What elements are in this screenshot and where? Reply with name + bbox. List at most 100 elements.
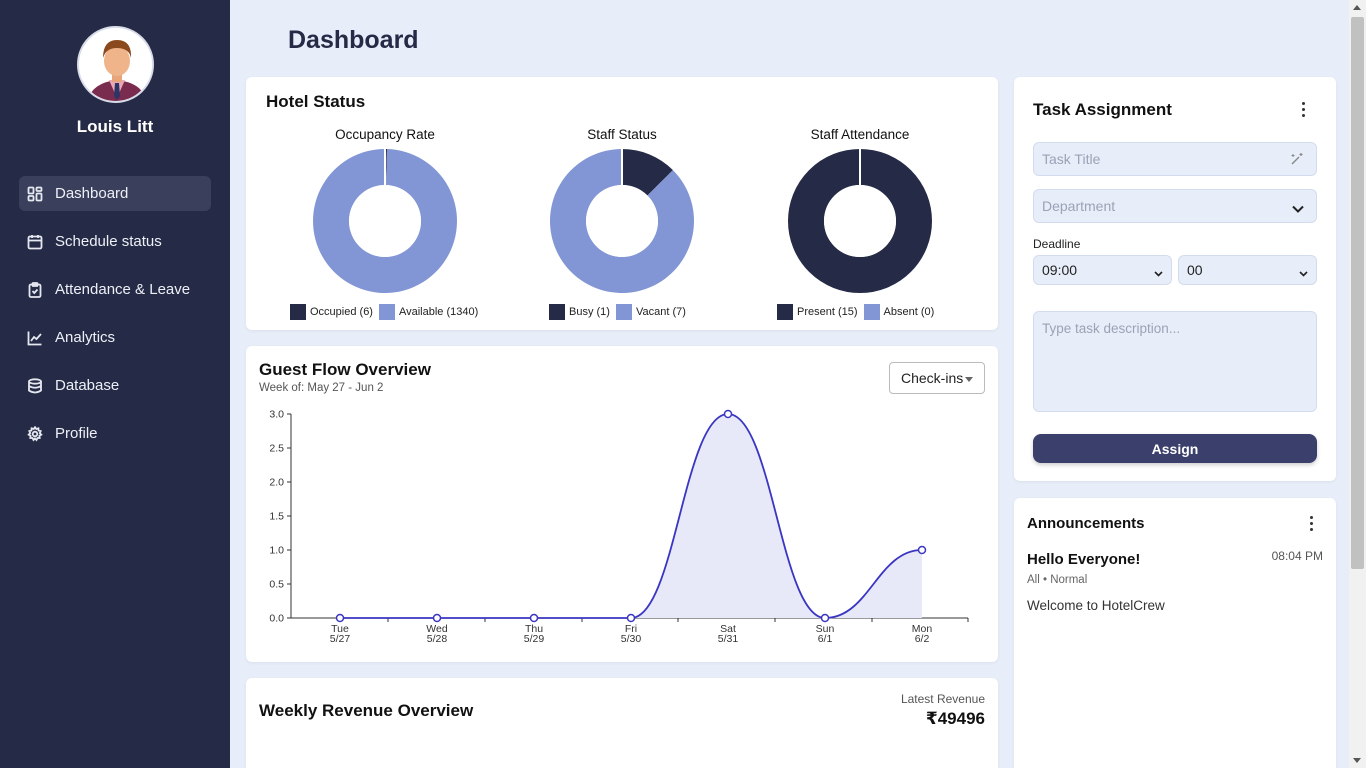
sidebar-item-schedule-status[interactable]: Schedule status xyxy=(19,224,211,259)
sidebar-nav: Dashboard Schedule status Attendance & L… xyxy=(19,176,211,464)
page-title: Dashboard xyxy=(288,26,419,54)
occupancy-rate-chart: Occupancy Rate xyxy=(270,127,500,294)
staff-status-chart: Staff Status xyxy=(507,127,737,294)
hotel-status-title: Hotel Status xyxy=(266,92,366,111)
weekly-revenue-title: Weekly Revenue Overview xyxy=(259,701,474,720)
x-tick-label-date: 6/2 xyxy=(915,633,930,645)
staff-status-legend: Busy (1) Vacant (7) xyxy=(549,304,686,320)
sidebar-item-attendance-leave[interactable]: Attendance & Leave xyxy=(19,272,211,307)
deadline-hour-select[interactable]: 09:00 xyxy=(1033,255,1172,285)
department-placeholder: Department xyxy=(1042,198,1116,214)
legend-occupied: Occupied (6) xyxy=(310,306,373,318)
legend-swatch xyxy=(378,304,395,320)
x-tick-label-date: 5/27 xyxy=(330,633,351,645)
announcement-title: Hello Everyone! xyxy=(1027,551,1141,568)
magic-wand-icon[interactable] xyxy=(1290,152,1304,169)
more-options-icon[interactable] xyxy=(1295,99,1311,119)
weekly-revenue-card: Weekly Revenue Overview Latest Revenue ₹… xyxy=(246,678,998,768)
data-point[interactable] xyxy=(917,545,927,555)
donut-hole xyxy=(586,185,658,257)
x-tick-label-date: 5/30 xyxy=(621,633,642,645)
task-description-placeholder: Type task description... xyxy=(1042,321,1181,336)
chart-title: Staff Attendance xyxy=(810,127,910,142)
announcement-time: 08:04 PM xyxy=(1271,549,1323,563)
data-point[interactable] xyxy=(820,613,830,623)
legend-swatch xyxy=(290,304,306,320)
y-tick-label: 0.5 xyxy=(269,579,284,591)
chevron-down-icon xyxy=(1292,201,1304,217)
chevron-down-icon xyxy=(1154,265,1163,281)
guest-flow-chart: 0.00.51.01.52.02.53.0Tue5/27Wed5/28Thu5/… xyxy=(269,409,969,645)
chevron-down-icon xyxy=(1299,265,1308,281)
sidebar-item-label: Profile xyxy=(55,425,98,442)
x-tick-label-date: 5/29 xyxy=(524,633,545,645)
legend-absent: Absent (0) xyxy=(883,306,935,318)
data-point[interactable] xyxy=(335,613,345,623)
sidebar-item-database[interactable]: Database xyxy=(19,368,211,403)
task-assignment-card: Task Assignment Task Title Department De… xyxy=(1014,77,1336,481)
scroll-up-icon[interactable] xyxy=(1353,5,1361,10)
data-point[interactable] xyxy=(529,613,539,623)
department-select[interactable]: Department xyxy=(1033,189,1317,223)
x-tick-label-date: 6/1 xyxy=(818,633,833,645)
task-title-input[interactable]: Task Title xyxy=(1033,142,1317,176)
deadline-hour-value: 09:00 xyxy=(1042,262,1078,278)
sidebar-item-label: Analytics xyxy=(55,329,116,346)
sidebar: Louis Litt Dashboard Schedule status Att… xyxy=(0,0,230,768)
staff-status-donut xyxy=(550,149,694,293)
x-tick-label-date: 5/28 xyxy=(427,633,448,645)
y-tick-label: 1.5 xyxy=(269,511,284,523)
task-assignment-title: Task Assignment xyxy=(1033,100,1172,119)
chart-title: Occupancy Rate xyxy=(335,127,435,142)
staff-attendance-chart: Staff Attendance xyxy=(745,127,975,294)
sidebar-item-label: Dashboard xyxy=(55,185,129,202)
legend-swatch xyxy=(777,304,793,320)
data-point[interactable] xyxy=(626,613,636,623)
legend-swatch xyxy=(549,304,565,320)
occupancy-legend: Occupied (6) Available (1340) xyxy=(290,304,478,320)
y-tick-label: 3.0 xyxy=(269,409,284,421)
y-tick-label: 2.0 xyxy=(269,477,284,489)
sidebar-item-dashboard[interactable]: Dashboard xyxy=(19,176,211,211)
staff-attendance-legend: Present (15) Absent (0) xyxy=(777,304,934,320)
scroll-thumb[interactable] xyxy=(1351,17,1364,569)
assign-button[interactable]: Assign xyxy=(1033,434,1317,463)
series-line xyxy=(340,413,923,619)
user-name: Louis Litt xyxy=(76,117,154,136)
y-tick-label: 2.5 xyxy=(269,443,284,455)
latest-revenue-value: ₹49496 xyxy=(925,709,985,728)
data-point[interactable] xyxy=(723,409,733,419)
deadline-minute-value: 00 xyxy=(1187,262,1203,278)
scroll-down-icon[interactable] xyxy=(1353,758,1361,763)
chart-title: Staff Status xyxy=(587,127,657,142)
y-tick-label: 0.0 xyxy=(269,613,284,625)
calendar-icon xyxy=(27,234,43,250)
clipboard-icon xyxy=(27,281,43,298)
legend-busy: Busy (1) xyxy=(569,306,610,318)
deadline-minute-select[interactable]: 00 xyxy=(1178,255,1317,285)
hotel-status-card: Hotel Status Occupancy Rate Occupied (6)… xyxy=(246,77,998,330)
latest-revenue-label: Latest Revenue xyxy=(900,692,985,706)
donut-hole xyxy=(349,185,421,257)
more-options-icon[interactable] xyxy=(1303,513,1319,533)
sidebar-item-profile[interactable]: Profile xyxy=(19,416,211,451)
user-avatar[interactable] xyxy=(77,26,154,103)
y-tick-label: 1.0 xyxy=(269,545,284,557)
sidebar-item-analytics[interactable]: Analytics xyxy=(19,320,211,355)
announcement-meta: All • Normal xyxy=(1027,574,1088,586)
legend-swatch xyxy=(615,304,632,320)
sidebar-item-label: Attendance & Leave xyxy=(55,281,191,298)
series-area xyxy=(340,414,922,618)
legend-swatch xyxy=(863,304,880,320)
announcements-card: Announcements Hello Everyone! 08:04 PM A… xyxy=(1014,498,1336,768)
data-point[interactable] xyxy=(432,613,442,623)
staff-attendance-donut xyxy=(788,149,932,293)
task-description-input[interactable]: Type task description... xyxy=(1033,311,1317,412)
page-scrollbar[interactable] xyxy=(1349,0,1366,768)
gear-icon xyxy=(27,425,43,442)
database-icon xyxy=(27,377,43,394)
occupancy-donut xyxy=(313,149,457,293)
announcements-title: Announcements xyxy=(1027,515,1145,532)
sidebar-item-label: Database xyxy=(55,377,120,394)
announcement-body: Welcome to HotelCrew xyxy=(1027,598,1165,613)
